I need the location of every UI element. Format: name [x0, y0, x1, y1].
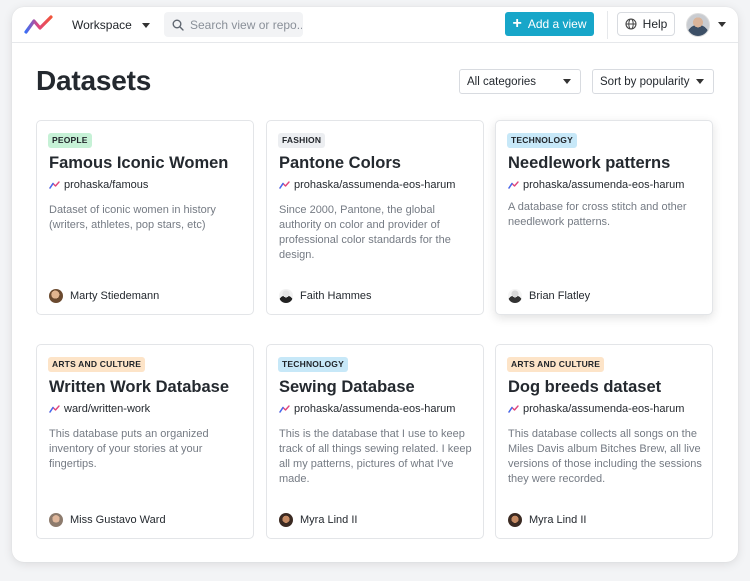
dataset-card[interactable]: PEOPLE Famous Iconic Women prohaska/famo… — [36, 120, 254, 315]
card-repo-label: prohaska/assumenda-eos-harum — [294, 403, 456, 415]
card-author: Marty Stiedemann — [49, 289, 159, 303]
repo-logo-icon — [279, 405, 290, 413]
avatar — [686, 12, 710, 37]
card-repo[interactable]: prohaska/assumenda-eos-harum — [279, 402, 455, 416]
card-author: Myra Lind II — [508, 513, 586, 527]
chevron-down-icon — [718, 22, 726, 27]
card-description: This database puts an organized inventor… — [49, 428, 209, 470]
card-author-name: Marty Stiedemann — [70, 290, 160, 302]
repo-logo-icon — [49, 405, 60, 413]
header-divider — [607, 11, 608, 39]
card-repo-label: ward/written-work — [64, 403, 151, 415]
card-title: Dog breeds dataset — [508, 378, 662, 396]
workspace-label: Workspace — [72, 18, 132, 32]
dataset-card[interactable]: TECHNOLOGY Sewing Database prohaska/assu… — [266, 344, 484, 539]
workspace-dropdown[interactable]: Workspace — [72, 16, 150, 34]
card-repo-label: prohaska/assumenda-eos-harum — [523, 403, 685, 415]
add-view-label: Add a view — [527, 17, 587, 31]
plus-icon: + — [512, 15, 522, 32]
sort-select-value: Sort by popularity — [600, 75, 690, 88]
category-badge: FASHION — [278, 133, 326, 148]
card-author: Miss Gustavo Ward — [49, 513, 166, 527]
card-title: Famous Iconic Women — [49, 154, 229, 172]
card-repo-label: prohaska/assumenda-eos-harum — [523, 179, 685, 191]
user-menu[interactable] — [686, 12, 726, 37]
category-badge: ARTS AND CULTURE — [507, 357, 605, 372]
card-repo[interactable]: prohaska/assumenda-eos-harum — [279, 178, 455, 192]
help-label: Help — [642, 17, 668, 31]
help-button[interactable]: Help — [617, 12, 675, 36]
dataset-card[interactable]: TECHNOLOGY Needlework patterns prohaska/… — [495, 120, 713, 315]
card-repo-label: prohaska/assumenda-eos-harum — [294, 179, 456, 191]
dataset-card[interactable]: FASHION Pantone Colors prohaska/assumend… — [266, 120, 484, 315]
category-select[interactable]: All categories — [459, 69, 581, 94]
app-logo-icon[interactable] — [24, 15, 54, 35]
card-repo[interactable]: prohaska/assumenda-eos-harum — [508, 402, 684, 416]
card-description: This database collects all songs on the … — [508, 428, 702, 485]
category-select-value: All categories — [467, 75, 537, 88]
card-description: Since 2000, Pantone, the global authorit… — [279, 204, 451, 261]
search-input[interactable] — [190, 17, 302, 32]
avatar — [279, 513, 293, 527]
avatar — [49, 289, 63, 303]
avatar — [508, 289, 522, 303]
search-icon — [172, 19, 184, 31]
page-title: Datasets — [36, 65, 152, 96]
card-title: Pantone Colors — [279, 154, 401, 172]
globe-icon — [625, 18, 637, 30]
category-badge: TECHNOLOGY — [507, 133, 577, 148]
card-author-name: Brian Flatley — [529, 290, 591, 302]
card-title: Written Work Database — [49, 378, 230, 396]
chevron-down-icon — [141, 22, 150, 28]
repo-logo-icon — [508, 405, 519, 413]
card-author: Brian Flatley — [508, 289, 590, 303]
card-repo[interactable]: ward/written-work — [49, 402, 150, 416]
sort-select[interactable]: Sort by popularity — [592, 69, 714, 94]
card-author: Myra Lind II — [279, 513, 357, 527]
card-description: This is the database that I use to keep … — [279, 428, 472, 485]
top-bar: Workspace + Add a view Help — [12, 7, 738, 43]
card-description: A database for cross stitch and other ne… — [508, 201, 687, 228]
avatar — [49, 513, 63, 527]
category-badge: ARTS AND CULTURE — [48, 357, 146, 372]
card-description: Dataset of iconic women in history (writ… — [49, 204, 216, 231]
dataset-card[interactable]: ARTS AND CULTURE Dog breeds dataset proh… — [495, 344, 713, 539]
card-author-name: Myra Lind II — [529, 514, 587, 526]
card-repo-label: prohaska/famous — [64, 179, 149, 191]
add-view-button[interactable]: + Add a view — [505, 12, 594, 36]
card-title: Sewing Database — [279, 378, 415, 396]
card-author-name: Faith Hammes — [300, 290, 372, 302]
card-repo[interactable]: prohaska/famous — [49, 178, 148, 192]
chevron-down-icon — [563, 79, 571, 84]
category-badge: PEOPLE — [48, 133, 92, 148]
repo-logo-icon — [508, 181, 519, 189]
search-bar[interactable] — [164, 12, 303, 37]
card-author-name: Myra Lind II — [300, 514, 358, 526]
card-author-name: Miss Gustavo Ward — [70, 514, 166, 526]
dataset-card[interactable]: ARTS AND CULTURE Written Work Database w… — [36, 344, 254, 539]
app-window: Workspace + Add a view Help — [12, 7, 738, 562]
avatar — [279, 289, 293, 303]
card-title: Needlework patterns — [508, 154, 671, 172]
card-author: Faith Hammes — [279, 289, 372, 303]
card-repo[interactable]: prohaska/assumenda-eos-harum — [508, 178, 684, 192]
category-badge: TECHNOLOGY — [278, 357, 348, 372]
repo-logo-icon — [49, 181, 60, 189]
chevron-down-icon — [696, 79, 704, 84]
repo-logo-icon — [279, 181, 290, 189]
avatar — [508, 513, 522, 527]
